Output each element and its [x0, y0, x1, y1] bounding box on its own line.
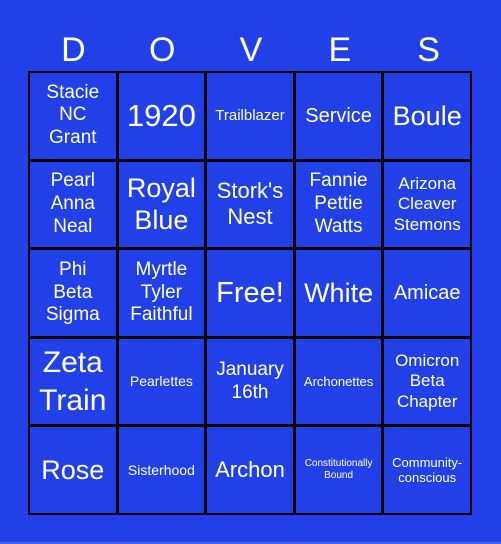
bingo-cell[interactable]: Myrtle Tyler Faithful	[118, 250, 205, 336]
free-space[interactable]: Free!	[207, 250, 293, 336]
bingo-cell[interactable]: Amicae	[384, 250, 470, 336]
bingo-cell[interactable]: Community- conscious	[384, 427, 470, 513]
bingo-cell[interactable]: Service	[295, 73, 382, 159]
bingo-card: Stacie NC Grant 1920 Trailblazer Service…	[28, 71, 472, 515]
bingo-cell[interactable]: Arizona Cleaver Stemons	[384, 161, 470, 248]
bingo-cell[interactable]: Boule	[384, 73, 470, 159]
bingo-cell[interactable]: Pearlettes	[118, 338, 205, 425]
bingo-cell[interactable]: Archon	[207, 427, 293, 513]
bingo-cell[interactable]: Zeta Train	[30, 338, 116, 425]
bingo-cell[interactable]: January 16th	[207, 338, 293, 425]
bingo-cell[interactable]: Stork's Nest	[207, 161, 293, 248]
header-letter-e: E	[328, 31, 352, 69]
bingo-cell[interactable]: Royal Blue	[118, 161, 205, 248]
header-letter-d: D	[61, 31, 86, 69]
bingo-cell[interactable]: 1920	[118, 73, 205, 159]
bingo-cell[interactable]: Stacie NC Grant	[30, 73, 116, 159]
bingo-cell[interactable]: Pearl Anna Neal	[30, 161, 116, 248]
bingo-cell[interactable]: Trailblazer	[207, 73, 293, 159]
bingo-cell[interactable]: Constitutionally Bound	[295, 427, 382, 513]
bingo-cell[interactable]: Omicron Beta Chapter	[384, 338, 470, 425]
bingo-cell[interactable]: Sisterhood	[118, 427, 205, 513]
bingo-cell[interactable]: Archonettes	[295, 338, 382, 425]
bingo-cell[interactable]: Phi Beta Sigma	[30, 250, 116, 336]
bingo-cell[interactable]: White	[295, 250, 382, 336]
header-letter-o: O	[148, 31, 176, 69]
bingo-cell[interactable]: Rose	[30, 427, 116, 513]
header-letter-v: V	[239, 31, 263, 69]
bingo-cell[interactable]: Fannie Pettie Watts	[295, 161, 382, 248]
header-letter-s: S	[417, 31, 440, 69]
bingo-header: D O V E S	[29, 28, 473, 72]
